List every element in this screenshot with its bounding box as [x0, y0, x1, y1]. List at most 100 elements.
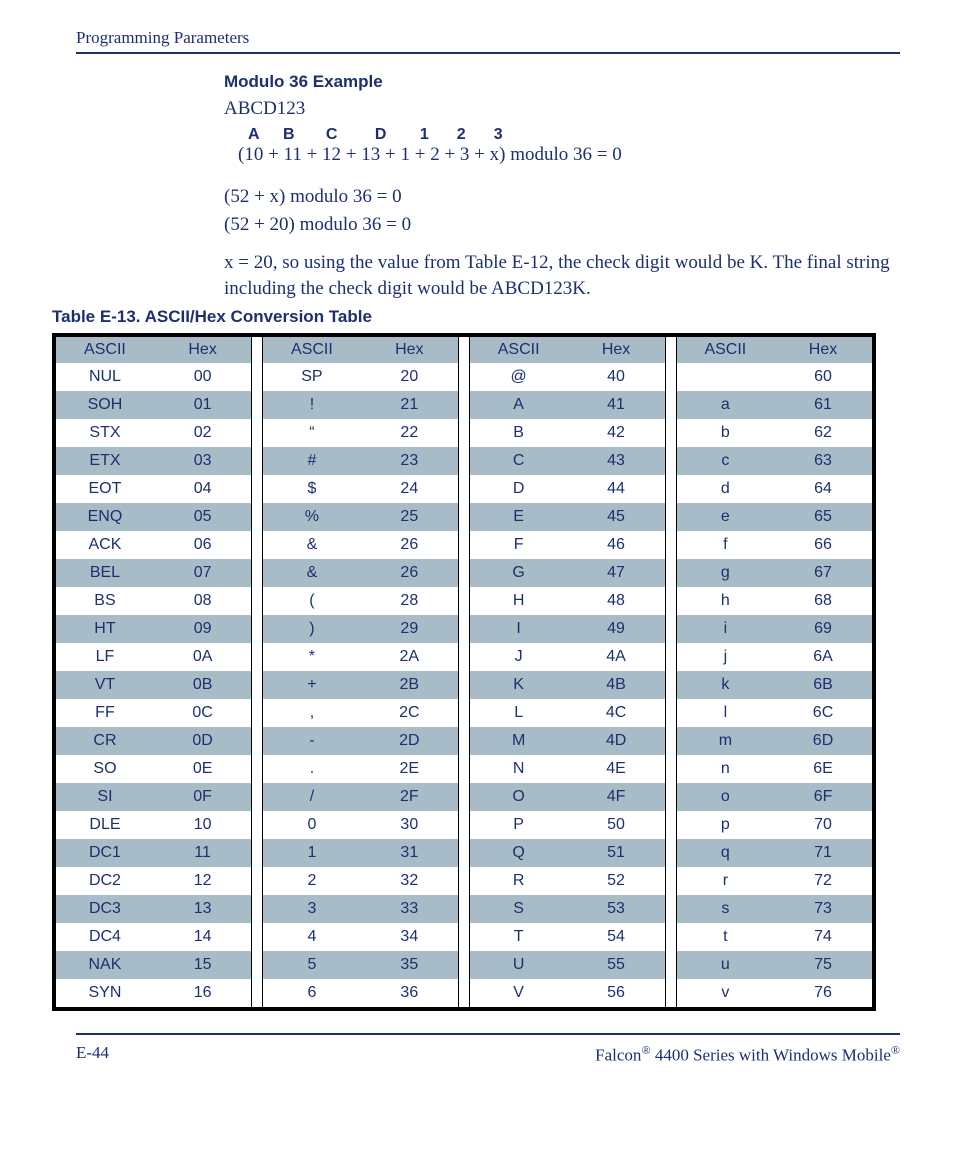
- col-gap: [252, 587, 263, 615]
- ascii-cell: N: [469, 755, 567, 783]
- hex-cell: 23: [361, 447, 459, 475]
- ascii-cell: 6: [263, 979, 361, 1007]
- hex-cell: 2C: [361, 699, 459, 727]
- col-gap: [665, 559, 676, 587]
- table-row: EOT04$24D44d64: [56, 475, 872, 503]
- sample-string: ABCD123: [224, 98, 900, 120]
- hex-cell: 53: [567, 895, 665, 923]
- explanation-paragraph: x = 20, so using the value from Table E-…: [224, 250, 900, 301]
- col-gap: [252, 839, 263, 867]
- hex-cell: 0B: [154, 671, 252, 699]
- col-gap: [252, 475, 263, 503]
- hex-cell: 65: [774, 503, 872, 531]
- ascii-cell: ): [263, 615, 361, 643]
- table-row: SI0F/2FO4Fo6F: [56, 783, 872, 811]
- col-gap: [459, 531, 470, 559]
- table-row: ENQ05%25E45e65: [56, 503, 872, 531]
- ascii-cell: g: [676, 559, 774, 587]
- ascii-cell: R: [469, 867, 567, 895]
- ascii-cell: d: [676, 475, 774, 503]
- col-gap: [459, 811, 470, 839]
- ascii-cell: DC1: [56, 839, 154, 867]
- hex-cell: 01: [154, 391, 252, 419]
- ascii-cell: SI: [56, 783, 154, 811]
- ascii-cell: U: [469, 951, 567, 979]
- col-header: Hex: [361, 337, 459, 363]
- ascii-cell: !: [263, 391, 361, 419]
- digit-3: 3: [494, 126, 518, 144]
- table-row: DLE10030P50p70: [56, 811, 872, 839]
- table-row: FF0C,2CL4Cl6C: [56, 699, 872, 727]
- ascii-cell: ETX: [56, 447, 154, 475]
- ascii-cell: SP: [263, 363, 361, 391]
- hex-cell: 76: [774, 979, 872, 1007]
- table-row: NUL00SP20@4060: [56, 363, 872, 391]
- hex-cell: 11: [154, 839, 252, 867]
- hex-cell: 64: [774, 475, 872, 503]
- hex-cell: 6F: [774, 783, 872, 811]
- hex-cell: 0A: [154, 643, 252, 671]
- col-gap: [665, 755, 676, 783]
- col-gap: [665, 895, 676, 923]
- col-gap: [665, 979, 676, 1007]
- ascii-cell: SOH: [56, 391, 154, 419]
- ascii-cell: k: [676, 671, 774, 699]
- table-row: BS08(28H48h68: [56, 587, 872, 615]
- ascii-cell: #: [263, 447, 361, 475]
- ascii-cell: F: [469, 531, 567, 559]
- col-gap: [252, 671, 263, 699]
- ascii-cell: SO: [56, 755, 154, 783]
- ascii-cell: P: [469, 811, 567, 839]
- product-name: Falcon® 4400 Series with Windows Mobile®: [595, 1043, 900, 1066]
- ascii-cell: @: [469, 363, 567, 391]
- ascii-cell: l: [676, 699, 774, 727]
- page-number: E-44: [76, 1043, 109, 1066]
- ascii-cell: “: [263, 419, 361, 447]
- ascii-cell: HT: [56, 615, 154, 643]
- col-gap: [459, 587, 470, 615]
- col-gap: [459, 391, 470, 419]
- col-gap: [665, 503, 676, 531]
- hex-cell: 4E: [567, 755, 665, 783]
- table-e12-link[interactable]: Table E-12: [465, 252, 549, 273]
- col-gap: [665, 783, 676, 811]
- ascii-cell: 0: [263, 811, 361, 839]
- hex-cell: 67: [774, 559, 872, 587]
- ascii-cell: ACK: [56, 531, 154, 559]
- digit-2: 2: [457, 126, 489, 144]
- col-gap: [665, 867, 676, 895]
- col-gap: [665, 727, 676, 755]
- hex-cell: 63: [774, 447, 872, 475]
- ascii-cell: NAK: [56, 951, 154, 979]
- registered-icon: ®: [891, 1043, 900, 1057]
- col-gap: [665, 811, 676, 839]
- hex-cell: 2E: [361, 755, 459, 783]
- hex-cell: 29: [361, 615, 459, 643]
- col-header: ASCII: [263, 337, 361, 363]
- hex-cell: 35: [361, 951, 459, 979]
- hex-cell: 45: [567, 503, 665, 531]
- hex-cell: 49: [567, 615, 665, 643]
- col-gap: [252, 363, 263, 391]
- hex-cell: 40: [567, 363, 665, 391]
- ascii-cell: M: [469, 727, 567, 755]
- ascii-cell: CR: [56, 727, 154, 755]
- table-row: SO0E.2EN4En6E: [56, 755, 872, 783]
- col-gap: [459, 979, 470, 1007]
- ascii-cell: s: [676, 895, 774, 923]
- hex-cell: 4C: [567, 699, 665, 727]
- table-row: BEL07&26G47g67: [56, 559, 872, 587]
- hex-cell: 42: [567, 419, 665, 447]
- ascii-cell: BS: [56, 587, 154, 615]
- table-row: STX02“22B42b62: [56, 419, 872, 447]
- hex-cell: 04: [154, 475, 252, 503]
- table-row: DC313333S53s73: [56, 895, 872, 923]
- ascii-cell: +: [263, 671, 361, 699]
- equation-2: (52 + x) modulo 36 = 0: [224, 186, 900, 208]
- col-gap: [459, 475, 470, 503]
- page-footer: E-44 Falcon® 4400 Series with Windows Mo…: [76, 1033, 900, 1066]
- ascii-cell: DLE: [56, 811, 154, 839]
- col-gap: [252, 923, 263, 951]
- table-header-row: ASCII Hex ASCII Hex ASCII Hex ASCII Hex: [56, 337, 872, 363]
- table-row: ACK06&26F46f66: [56, 531, 872, 559]
